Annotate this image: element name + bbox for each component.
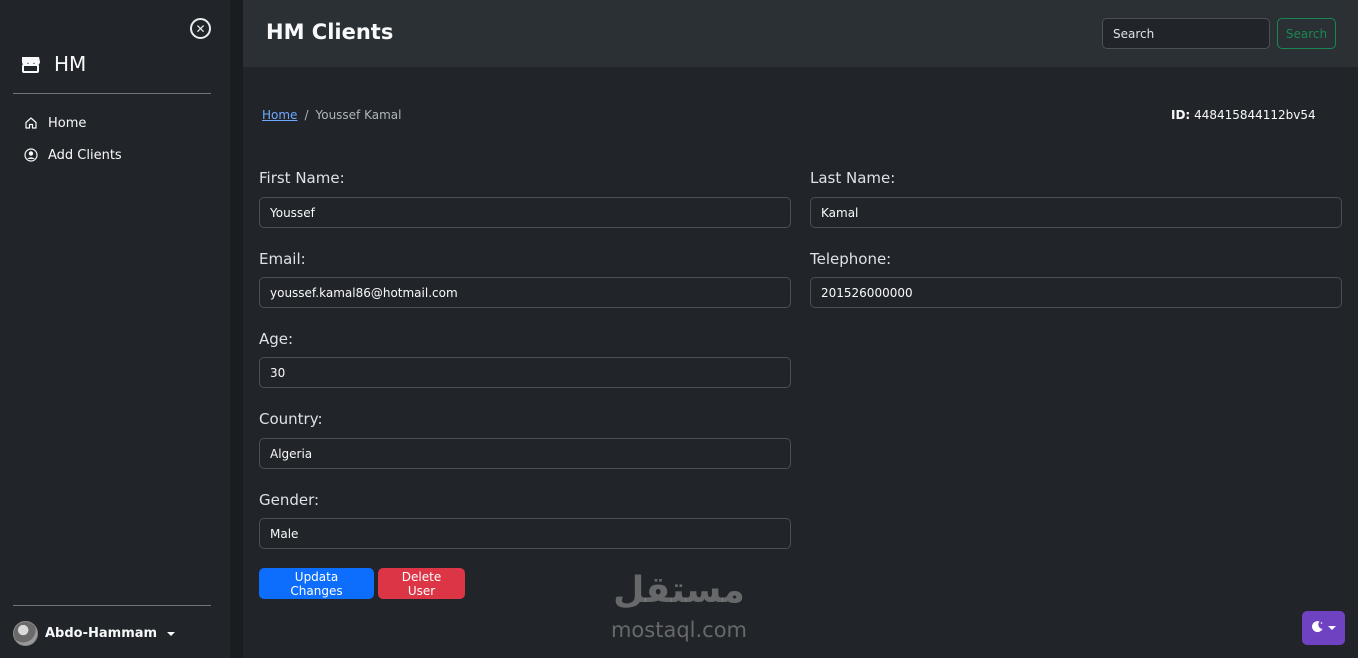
country-field[interactable] [259, 438, 791, 469]
sidebar-divider [13, 605, 211, 606]
record-id: ID: 448415844112bv54 [1171, 108, 1316, 122]
gender-label: Gender: [259, 491, 320, 509]
caret-down-icon [1328, 626, 1336, 630]
age-field[interactable] [259, 357, 791, 388]
email-field[interactable] [259, 277, 791, 308]
last-name-label: Last Name: [810, 169, 896, 187]
search-input[interactable] [1102, 18, 1270, 49]
sidebar-divider [13, 93, 211, 94]
moon-icon [1311, 620, 1324, 636]
theme-toggle-button[interactable] [1302, 611, 1345, 645]
home-icon [24, 116, 38, 130]
brand-name: HM [54, 52, 87, 76]
sidebar-nav: Home Add Clients [24, 113, 122, 165]
first-name-label: First Name: [259, 169, 345, 187]
country-label: Country: [259, 410, 323, 428]
gender-field[interactable] [259, 518, 791, 549]
search-button[interactable]: Search [1277, 18, 1336, 49]
email-label: Email: [259, 250, 306, 268]
sidebar: ✕ HM Home Add Clients Abdo-Hammam [0, 0, 230, 658]
sidebar-item-label: Home [48, 115, 87, 131]
caret-down-icon [167, 631, 176, 636]
sidebar-item-label: Add Clients [48, 147, 122, 163]
sidebar-item-add-clients[interactable]: Add Clients [24, 145, 122, 165]
breadcrumb: Home / Youssef Kamal [262, 108, 401, 122]
user-circle-icon [24, 148, 38, 162]
page-title: HM Clients [266, 20, 394, 44]
breadcrumb-separator: / [304, 108, 309, 122]
sidebar-edge [230, 0, 243, 658]
watermark: مستقل mostaql.com [596, 565, 762, 643]
telephone-field[interactable] [810, 277, 1342, 308]
user-menu[interactable]: Abdo-Hammam [13, 621, 176, 646]
delete-user-button[interactable]: Delete User [378, 568, 465, 599]
update-changes-button[interactable]: Updata Changes [259, 568, 374, 599]
sidebar-item-home[interactable]: Home [24, 113, 122, 133]
shop-icon [21, 56, 40, 73]
watermark-latin: mostaql.com [610, 618, 748, 642]
top-header: HM Clients Search [243, 0, 1358, 67]
record-id-label: ID: [1171, 108, 1191, 122]
breadcrumb-home-link[interactable]: Home [262, 108, 297, 122]
user-name: Abdo-Hammam [45, 626, 158, 641]
close-sidebar-icon[interactable]: ✕ [190, 18, 211, 39]
last-name-field[interactable] [810, 197, 1342, 228]
avatar [13, 621, 38, 646]
breadcrumb-current: Youssef Kamal [315, 108, 402, 122]
watermark-arabic: مستقل [613, 570, 745, 611]
record-id-value: 448415844112bv54 [1194, 108, 1316, 122]
telephone-label: Telephone: [810, 250, 892, 268]
age-label: Age: [259, 330, 294, 348]
brand[interactable]: HM [21, 52, 86, 76]
first-name-field[interactable] [259, 197, 791, 228]
